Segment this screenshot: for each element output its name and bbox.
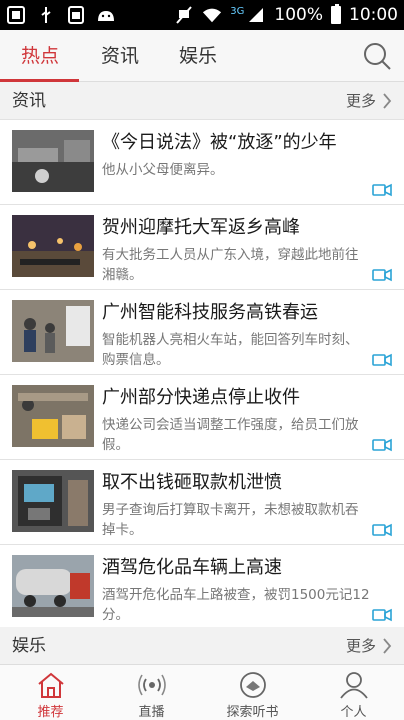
news-item[interactable]: 酒驾危化品车辆上高速 酒驾开危化品车上路被查，被罚1500元记12分。 <box>0 545 404 630</box>
news-item[interactable]: 《今日说法》被“放逐”的少年 他从小父母便离异。 <box>0 120 404 205</box>
news-title: 《今日说法》被“放逐”的少年 <box>102 132 337 153</box>
more-link[interactable]: 更多 <box>346 627 392 665</box>
news-description: 有大批务工人员从广东入境，穿越此地前往湘赣。 <box>102 247 359 283</box>
clock: 10:00 <box>349 5 398 25</box>
video-icon <box>372 522 392 537</box>
chevron-right-icon <box>383 93 392 109</box>
status-bar: 3G 100% 10:00 <box>0 0 404 30</box>
news-thumbnail <box>12 300 94 362</box>
news-title: 取不出钱砸取款机泄愤 <box>102 472 282 493</box>
video-icon <box>372 437 392 452</box>
news-thumbnail <box>12 555 94 617</box>
video-icon <box>372 352 392 367</box>
news-item[interactable]: 取不出钱砸取款机泄愤 男子查询后打算取卡离开，未想被取款机吞掉卡。 <box>0 460 404 545</box>
news-thumbnail <box>12 470 94 532</box>
news-item[interactable]: 广州部分快递点停止收件 快递公司会适当调整工作强度，给员工们放假。 <box>0 375 404 460</box>
section-header-entertainment: 娱乐 更多 <box>0 627 404 665</box>
section-title: 娱乐 <box>12 636 46 656</box>
news-description: 他从小父母便离异。 <box>102 162 224 178</box>
news-title: 酒驾危化品车辆上高速 <box>102 557 282 578</box>
bottom-nav-bar: 推荐 直播 探索听书 个人 <box>0 664 404 720</box>
wifi-icon <box>202 5 222 25</box>
tab-entertainment[interactable]: 娱乐 <box>170 30 226 82</box>
news-thumbnail <box>12 215 94 277</box>
nav-label: 直播 <box>138 705 165 720</box>
section-header-news: 资讯 更多 <box>0 82 404 120</box>
nav-label: 探索听书 <box>226 705 279 720</box>
nav-audiobook[interactable]: 探索听书 <box>202 665 303 720</box>
news-title: 广州智能科技服务高铁春运 <box>102 302 318 323</box>
section-title: 资讯 <box>12 91 46 111</box>
nav-label: 个人 <box>340 705 367 720</box>
battery-level: 100% <box>274 5 323 25</box>
news-description: 酒驾开危化品车上路被查，被罚1500元记12分。 <box>102 587 370 623</box>
nav-label: 推荐 <box>37 705 64 720</box>
video-icon <box>372 182 392 197</box>
network-type: 3G <box>230 5 245 17</box>
news-description: 智能机器人亮相火车站，能回答列车时刻、购票信息。 <box>102 332 359 368</box>
broadcast-icon <box>137 671 167 699</box>
news-description: 男子查询后打算取卡离开，未想被取款机吞掉卡。 <box>102 502 359 538</box>
video-icon <box>372 607 392 622</box>
nav-live[interactable]: 直播 <box>101 665 202 720</box>
sim-icon <box>66 5 86 25</box>
battery-icon <box>331 4 341 24</box>
mute-icon <box>174 5 194 25</box>
chevron-right-icon <box>383 638 392 654</box>
android-icon <box>96 5 116 25</box>
app-notification-icon <box>6 5 26 25</box>
audiobook-icon <box>238 671 268 699</box>
usb-icon <box>36 5 56 25</box>
news-description: 快递公司会适当调整工作强度，给员工们放假。 <box>102 417 359 453</box>
more-link[interactable]: 更多 <box>346 82 392 120</box>
search-icon[interactable] <box>362 41 392 71</box>
video-icon <box>372 267 392 282</box>
news-thumbnail <box>12 385 94 447</box>
news-list: 《今日说法》被“放逐”的少年 他从小父母便离异。 贺州迎摩托大军返乡高峰 有大批… <box>0 120 404 630</box>
news-title: 贺州迎摩托大军返乡高峰 <box>102 217 300 238</box>
news-thumbnail <box>12 130 94 192</box>
more-label: 更多 <box>345 637 376 655</box>
tab-news[interactable]: 资讯 <box>92 30 148 82</box>
signal-icon <box>246 5 266 25</box>
news-item[interactable]: 贺州迎摩托大军返乡高峰 有大批务工人员从广东入境，穿越此地前往湘赣。 <box>0 205 404 290</box>
news-title: 广州部分快递点停止收件 <box>102 387 300 408</box>
more-label: 更多 <box>345 92 376 110</box>
nav-recommend[interactable]: 推荐 <box>0 665 101 720</box>
nav-profile[interactable]: 个人 <box>303 665 404 720</box>
home-icon <box>36 671 66 699</box>
news-item[interactable]: 广州智能科技服务高铁春运 智能机器人亮相火车站，能回答列车时刻、购票信息。 <box>0 290 404 375</box>
person-icon <box>339 671 369 699</box>
tab-hot[interactable]: 热点 <box>12 30 68 82</box>
